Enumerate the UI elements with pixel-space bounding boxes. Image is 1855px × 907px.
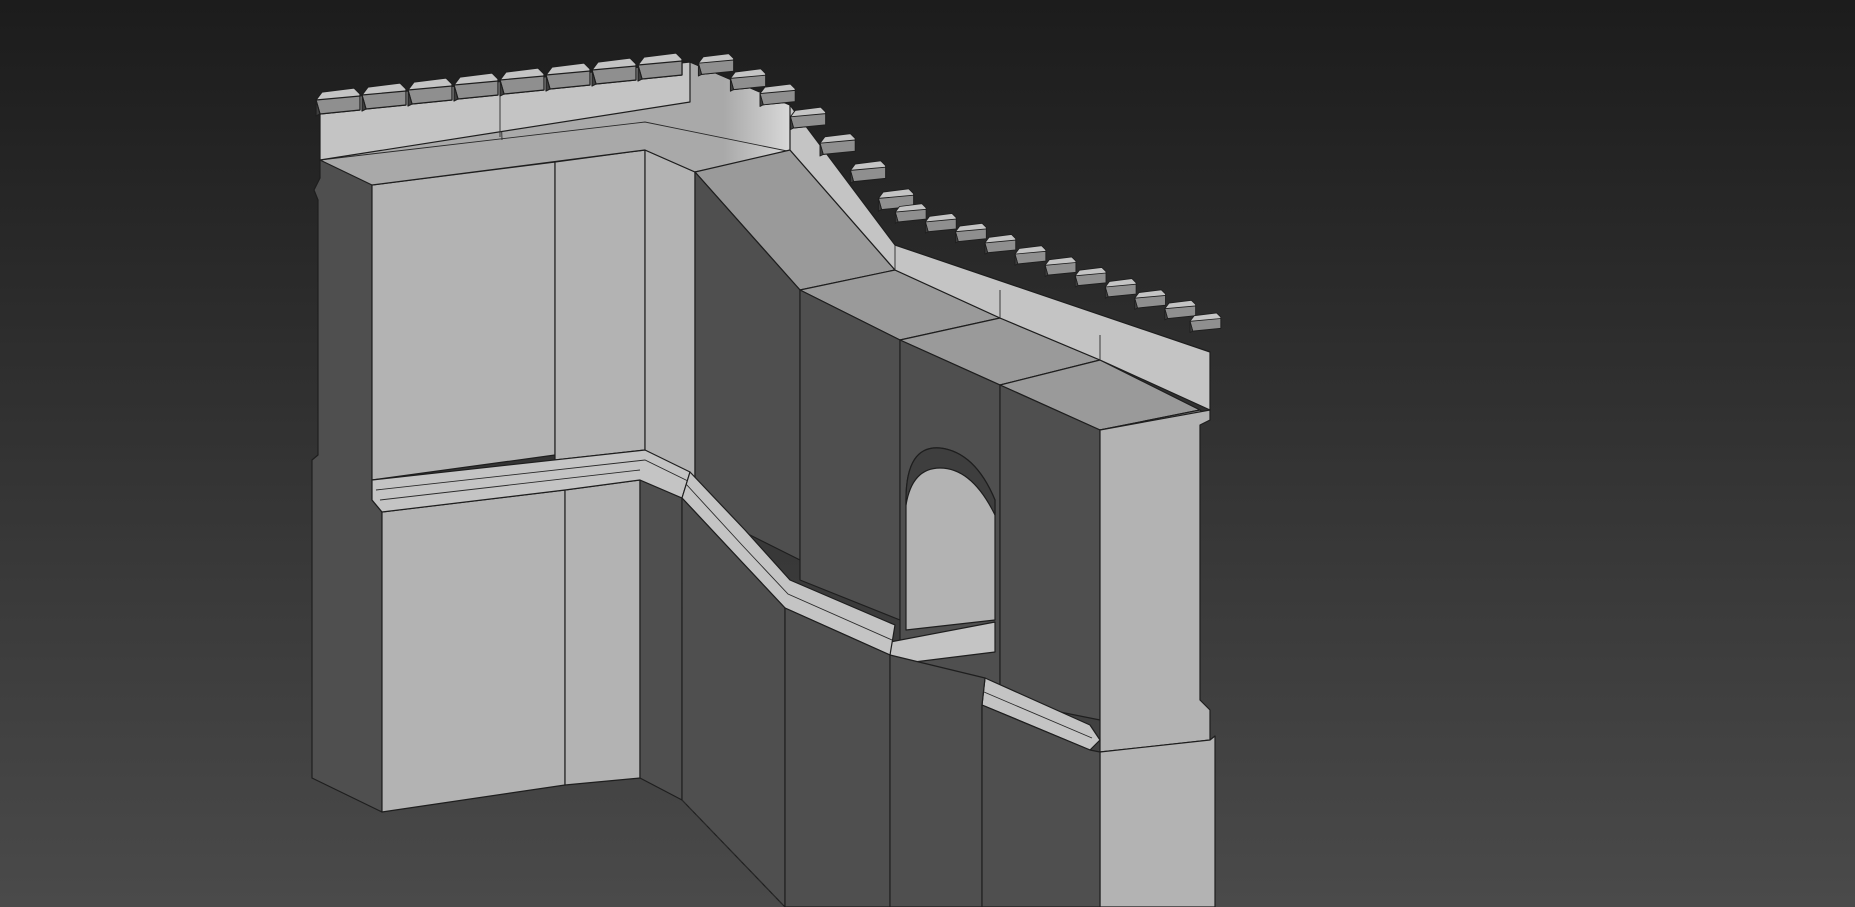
tower-upper-front-right	[554, 149, 646, 461]
tower-upper-front-left	[371, 161, 556, 481]
tower-base-front-right	[564, 479, 641, 786]
tower-right-front-lower	[1099, 735, 1216, 907]
viewport-canvas[interactable]	[0, 0, 1855, 907]
wall-face-4	[999, 384, 1101, 721]
3d-viewport[interactable]	[0, 0, 1855, 907]
tower-right-front-upper	[1099, 409, 1211, 753]
tower-upper-side-strip	[644, 149, 696, 479]
lower-wall-face-3	[889, 654, 986, 907]
tower-base-front-left	[381, 489, 566, 813]
tower-base-inner-side	[639, 479, 683, 801]
lower-wall-face-2	[784, 607, 891, 907]
wall-face-2	[799, 289, 901, 621]
